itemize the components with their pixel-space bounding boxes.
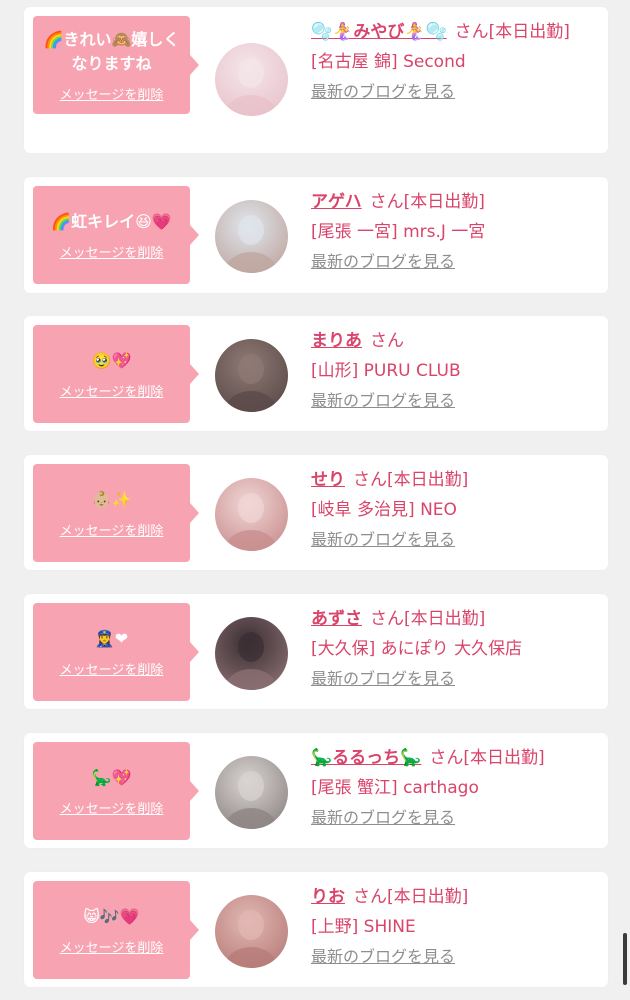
name-line: アゲハ さん[本日出勤] bbox=[311, 187, 601, 217]
avatar[interactable] bbox=[215, 478, 288, 551]
message-card: 🌈虹キレイ😆💗 メッセージを削除 アゲハ さん[本日出勤] [尾張 一宮] mrs.J … bbox=[24, 177, 608, 293]
latest-blog-link[interactable]: 最新のブログを見る bbox=[311, 391, 455, 410]
shop-name: [尾張 蟹江] carthago bbox=[311, 778, 479, 798]
delete-message-link[interactable]: メッセージを削除 bbox=[60, 937, 164, 956]
avatar[interactable] bbox=[215, 895, 288, 968]
work-status: [本日出勤] bbox=[403, 192, 485, 212]
delete-message-link[interactable]: メッセージを削除 bbox=[60, 84, 164, 103]
latest-blog-link[interactable]: 最新のブログを見る bbox=[311, 808, 455, 827]
girl-name-link[interactable]: まりあ bbox=[311, 331, 362, 351]
work-status: [本日出勤] bbox=[387, 470, 469, 490]
latest-blog-link[interactable]: 最新のブログを見る bbox=[311, 669, 455, 688]
message-text: 🌈虹キレイ😆💗 bbox=[51, 211, 172, 231]
message-card: 😸🎶💗 メッセージを削除 りお さん[本日出勤] [上野] SHINE 最新のブログを見る bbox=[24, 872, 608, 987]
girl-info: りお さん[本日出勤] [上野] SHINE 最新のブログを見る bbox=[311, 882, 601, 972]
honorific: さん bbox=[454, 22, 489, 42]
honorific: さん bbox=[370, 331, 404, 351]
name-line: まりあ さん bbox=[311, 326, 601, 356]
work-status: [本日出勤] bbox=[404, 609, 486, 629]
delete-message-link[interactable]: メッセージを削除 bbox=[60, 659, 164, 678]
shop-name: [山形] PURU CLUB bbox=[311, 361, 461, 381]
message-text: 🌈きれい🙈嬉しくなりますね bbox=[43, 29, 180, 73]
message-text: 😸🎶💗 bbox=[83, 906, 140, 926]
name-line: あずさ さん[本日出勤] bbox=[311, 604, 601, 634]
latest-blog-link[interactable]: 最新のブログを見る bbox=[311, 530, 455, 549]
delete-message-link[interactable]: メッセージを削除 bbox=[60, 242, 164, 261]
avatar[interactable] bbox=[215, 617, 288, 690]
girl-name-link[interactable]: りお bbox=[311, 887, 345, 907]
shop-name: [尾張 一宮] mrs.J 一宮 bbox=[311, 222, 486, 242]
girl-name-link[interactable]: せり bbox=[311, 470, 345, 490]
honorific: さん bbox=[353, 887, 387, 907]
work-status: [本日出勤] bbox=[488, 22, 570, 42]
message-bubble: 🥹💖 メッセージを削除 bbox=[33, 325, 199, 423]
avatar[interactable] bbox=[215, 756, 288, 829]
name-line: 🦕るるっち🦕 さん[本日出勤] bbox=[311, 743, 601, 773]
message-bubble: 🦕💖 メッセージを削除 bbox=[33, 742, 199, 840]
latest-blog-link[interactable]: 最新のブログを見る bbox=[311, 947, 455, 966]
shop-name: [上野] SHINE bbox=[311, 917, 416, 937]
work-status: [本日出勤] bbox=[387, 887, 469, 907]
honorific: さん bbox=[369, 192, 404, 212]
work-status: [本日出勤] bbox=[463, 748, 545, 768]
girl-info: 🫧🧜‍♀️みやび🧜‍♀️🫧 さん[本日出勤] [名古屋 錦] Second 最新のブロ… bbox=[311, 17, 601, 107]
shop-name: [名古屋 錦] Second bbox=[311, 52, 466, 72]
message-bubble: 🌈虹キレイ😆💗 メッセージを削除 bbox=[33, 186, 199, 284]
message-bubble: 👮‍♀️❤ メッセージを削除 bbox=[33, 603, 199, 701]
message-card: 👮‍♀️❤ メッセージを削除 あずさ さん[本日出勤] [大久保] あにぽり 大久保店最… bbox=[24, 594, 608, 709]
girl-name-link[interactable]: あずさ bbox=[311, 609, 362, 629]
girl-name-link[interactable]: 🫧🧜‍♀️みやび🧜‍♀️🫧 bbox=[311, 22, 447, 42]
avatar[interactable] bbox=[215, 200, 288, 273]
message-text: 🥹💖 bbox=[91, 350, 132, 370]
message-card: 🥹💖 メッセージを削除 まりあ さん [山形] PURU CLUB 最新のブログを見る bbox=[24, 316, 608, 431]
message-text: 🦕💖 bbox=[91, 767, 132, 787]
latest-blog-link[interactable]: 最新のブログを見る bbox=[311, 252, 455, 271]
delete-message-link[interactable]: メッセージを削除 bbox=[60, 520, 164, 539]
message-card: 👶🏼✨ メッセージを削除 せり さん[本日出勤] [岐阜 多治見] NEO 最新のブログを… bbox=[24, 455, 608, 570]
girl-name-link[interactable]: アゲハ bbox=[311, 192, 362, 212]
message-text: 👶🏼✨ bbox=[91, 489, 132, 509]
shop-name: [岐阜 多治見] NEO bbox=[311, 500, 457, 520]
girl-info: 🦕るるっち🦕 さん[本日出勤] [尾張 蟹江] carthago 最新のブログを見る bbox=[311, 743, 601, 833]
name-line: 🫧🧜‍♀️みやび🧜‍♀️🫧 さん[本日出勤] bbox=[311, 17, 601, 47]
scrollbar[interactable] bbox=[623, 933, 627, 985]
message-bubble: 👶🏼✨ メッセージを削除 bbox=[33, 464, 199, 562]
girl-info: まりあ さん [山形] PURU CLUB 最新のブログを見る bbox=[311, 326, 601, 416]
message-card: 🦕💖 メッセージを削除 🦕るるっち🦕 さん[本日出勤] [尾張 蟹江] carthago… bbox=[24, 733, 608, 848]
honorific: さん bbox=[429, 748, 464, 768]
message-text: 👮‍♀️❤ bbox=[94, 628, 129, 648]
girl-info: アゲハ さん[本日出勤] [尾張 一宮] mrs.J 一宮 最新のブログを見る bbox=[311, 187, 601, 277]
avatar[interactable] bbox=[215, 339, 288, 412]
honorific: さん bbox=[370, 609, 404, 629]
latest-blog-link[interactable]: 最新のブログを見る bbox=[311, 82, 455, 101]
delete-message-link[interactable]: メッセージを削除 bbox=[60, 381, 164, 400]
girl-info: せり さん[本日出勤] [岐阜 多治見] NEO 最新のブログを見る bbox=[311, 465, 601, 555]
honorific: さん bbox=[353, 470, 387, 490]
shop-name: [大久保] あにぽり 大久保店 bbox=[311, 639, 523, 659]
girl-name-link[interactable]: 🦕るるっち🦕 bbox=[311, 748, 421, 768]
message-bubble: 😸🎶💗 メッセージを削除 bbox=[33, 881, 199, 979]
delete-message-link[interactable]: メッセージを削除 bbox=[60, 798, 164, 817]
message-card: 🌈きれい🙈嬉しくなりますねメッセージを削除 🫧🧜‍♀️みやび🧜‍♀️🫧 さん[本日出… bbox=[24, 7, 608, 153]
name-line: りお さん[本日出勤] bbox=[311, 882, 601, 912]
message-bubble: 🌈きれい🙈嬉しくなりますねメッセージを削除 bbox=[33, 16, 199, 114]
avatar[interactable] bbox=[215, 43, 288, 116]
girl-info: あずさ さん[本日出勤] [大久保] あにぽり 大久保店 最新のブログを見る bbox=[311, 604, 601, 694]
name-line: せり さん[本日出勤] bbox=[311, 465, 601, 495]
